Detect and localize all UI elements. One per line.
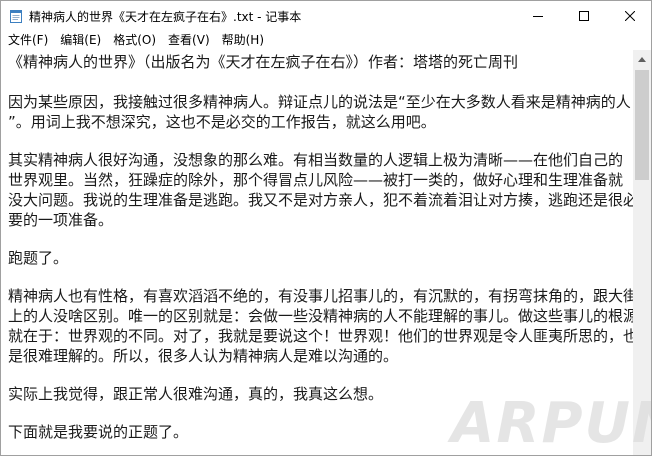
scroll-up-button[interactable] (633, 50, 651, 68)
text-line: 没大问题。我说的生理准备是逃跑。我又不是对方亲人，犯不着流着泪让对方揍，逃跑还是… (8, 191, 633, 209)
text-line: 《精神病人的世界》（出版名为《天才在左疯子在右》）作者：塔塔的死亡周刊 (8, 53, 519, 71)
watermark-logo: ARPUN (451, 391, 651, 456)
menu-file[interactable]: 文件(F) (1, 31, 54, 50)
menu-format[interactable]: 格式(O) (107, 31, 162, 50)
menu-edit[interactable]: 编辑(E) (54, 31, 107, 50)
menu-help[interactable]: 帮助(H) (216, 31, 270, 50)
maximize-icon (579, 11, 589, 21)
title-bar[interactable]: 精神病人的世界《天才在左疯子在右》.txt - 记事本 (1, 1, 651, 31)
text-line: 下面就是我要说的正题了。 (8, 423, 189, 441)
notepad-window: 精神病人的世界《天才在左疯子在右》.txt - 记事本 文件(F) 编辑(E) … (0, 0, 652, 456)
text-line: 是很难理解的。所以，很多人认为精神病人是难以沟通的。 (8, 347, 399, 365)
text-line: 上的人没啥区别。唯一的区别就是：会做一些没精神病的人不能理解的事儿。做这些事儿的… (8, 307, 633, 325)
text-line: 因为某些原因，我接触过很多精神病人。辩证点儿的说法是“至少在大多数人看来是精神病… (8, 93, 631, 111)
text-line: 世界观里。当然，狂躁症的除外，那个得冒点儿风险——被打一类的，做好心理和生理准备… (8, 171, 624, 189)
text-line: 要的一项准备。 (8, 211, 114, 229)
scroll-up-arrow-icon (638, 56, 646, 62)
close-button[interactable] (607, 1, 651, 31)
text-line: 精神病人也有性格，有喜欢滔滔不绝的，有没事儿招事儿的，有沉默的，有拐弯抹角的，跟… (8, 287, 633, 305)
minimize-button[interactable] (515, 1, 561, 31)
minimize-icon (533, 16, 543, 17)
text-line: 跑题了。 (8, 249, 69, 267)
close-icon (625, 11, 635, 21)
notepad-icon (10, 10, 22, 23)
menu-view[interactable]: 查看(V) (162, 31, 216, 50)
window-title: 精神病人的世界《天才在左疯子在右》.txt - 记事本 (29, 10, 302, 24)
scrollbar-thumb[interactable] (635, 70, 649, 180)
text-line: 就在于：世界观的不同。对了，我就是要说这个！世界观！他们的世界观是令人匪夷所思的… (8, 327, 633, 345)
text-line: 其实精神病人很好沟通，没想象的那么难。有相当数量的人逻辑上极为清晰——在他们自己… (8, 151, 624, 169)
text-line: 实际上我觉得，跟正常人很难沟通，真的，我真这么想。 (8, 385, 384, 403)
text-line: ”。用词上我不想深究，这也不是必交的工作报告，就这么用吧。 (8, 113, 436, 131)
menu-bar: 文件(F) 编辑(E) 格式(O) 查看(V) 帮助(H) (1, 31, 651, 50)
maximize-button[interactable] (561, 1, 607, 31)
